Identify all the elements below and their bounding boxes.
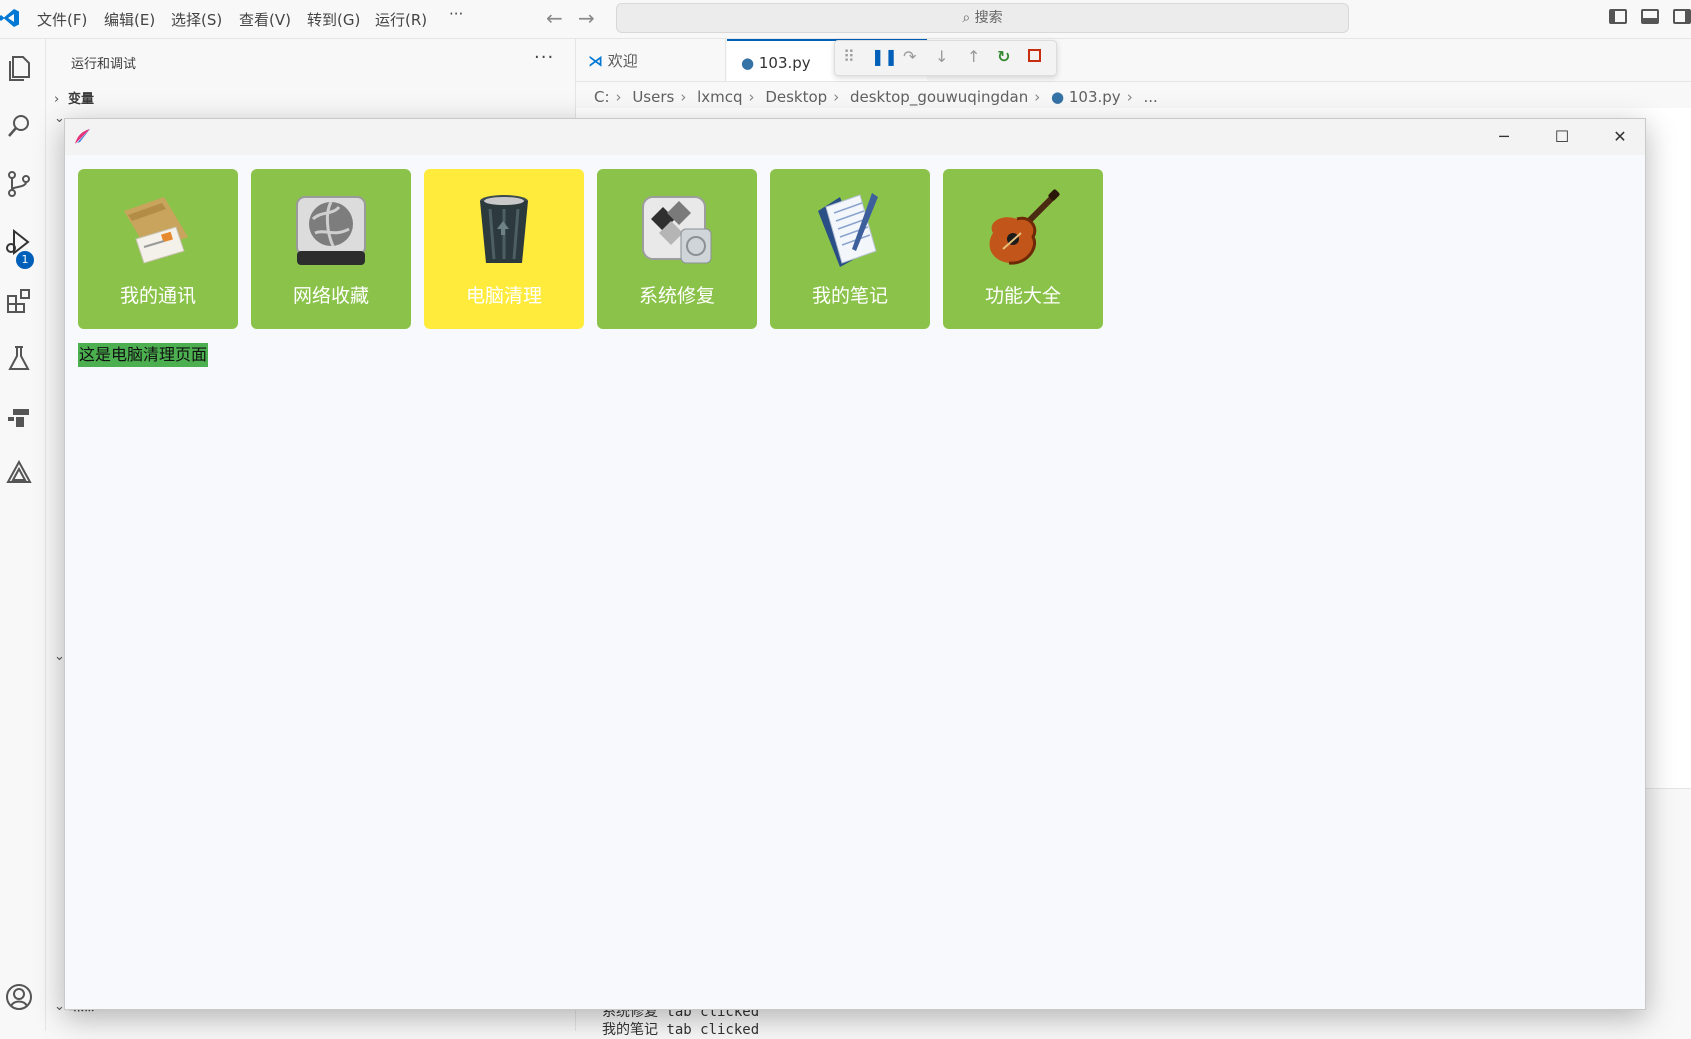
maximize-button[interactable]: ☐ — [1533, 119, 1591, 155]
network-drive-icon — [296, 196, 366, 265]
chevron-right-icon: › — [680, 88, 687, 106]
chevron-right-icon: › — [54, 92, 60, 107]
system-repair-icon — [642, 196, 712, 264]
python-file-icon: ● — [1051, 88, 1065, 106]
restart-icon[interactable]: ↻ — [997, 47, 1010, 66]
tile-network-favorites[interactable]: 网络收藏 — [251, 169, 411, 329]
toggle-sidebar-icon[interactable] — [1609, 9, 1627, 24]
vscode-logo-icon — [0, 9, 19, 27]
testing-icon[interactable] — [0, 335, 45, 383]
search-placeholder: 搜索 — [974, 10, 1003, 26]
tab-label: 欢迎 — [607, 52, 638, 70]
tk-feather-icon — [75, 129, 90, 144]
tile-label: 我的通讯 — [119, 285, 196, 307]
toggle-secondary-sidebar-icon[interactable] — [1673, 9, 1691, 24]
menu-goto[interactable]: 转到(G) — [307, 9, 360, 30]
vscode-logo-icon: ⋊ — [588, 52, 603, 70]
vscode-titlebar: 文件(F) 编辑(E) 选择(S) 查看(V) 转到(G) 运行(R) ··· … — [0, 0, 1691, 39]
minimize-button[interactable]: ─ — [1475, 119, 1533, 155]
step-over-icon[interactable]: ↷ — [903, 47, 916, 66]
trash-icon — [480, 195, 528, 263]
command-search-box[interactable]: ⌕ 搜索 — [616, 3, 1349, 33]
step-out-icon[interactable]: ↑ — [967, 47, 980, 66]
forward-arrow-icon[interactable]: → — [578, 6, 595, 30]
tab-label: 103.py — [758, 54, 811, 72]
tile-label: 我的笔记 — [811, 285, 888, 307]
guitar-icon — [989, 189, 1060, 265]
breadcrumb-item[interactable]: Desktop — [765, 88, 827, 106]
menu-more[interactable]: ··· — [449, 5, 463, 23]
breadcrumb-item[interactable]: 103.py — [1069, 88, 1121, 106]
chevron-right-icon: › — [833, 88, 840, 106]
breadcrumb-item[interactable]: ... — [1143, 88, 1157, 106]
back-arrow-icon[interactable]: ← — [546, 6, 563, 30]
app-titlebar[interactable]: ─ ☐ ✕ — [65, 119, 1645, 155]
breadcrumb: C: › Users › lxmcq › Desktop › desktop_gouwu… — [594, 88, 1158, 106]
app-window: ─ ☐ ✕ 我的通讯 网络收藏 电脑清理 系统修复 我的笔记 功能大全 这是电脑… — [64, 118, 1646, 1010]
chevron-right-icon: › — [615, 88, 622, 106]
editor-tabs: ⋊ 欢迎 ● 103.py — [576, 39, 1691, 82]
menu-view[interactable]: 查看(V) — [239, 9, 291, 30]
menu-run[interactable]: 运行(R) — [375, 9, 427, 30]
pause-icon[interactable]: ❚❚ — [871, 47, 898, 66]
tile-my-notes[interactable]: 我的笔记 — [770, 169, 930, 329]
variables-label: 变量 — [68, 92, 95, 107]
mail-icon — [124, 197, 188, 264]
tile-label: 功能大全 — [984, 285, 1061, 307]
stop-icon[interactable] — [1028, 49, 1041, 62]
search-icon: ⌕ — [962, 10, 971, 26]
activity-bar: 1 — [0, 39, 46, 1031]
menu-edit[interactable]: 编辑(E) — [104, 9, 155, 30]
run-debug-badge: 1 — [16, 251, 34, 269]
sidebar-more-button[interactable]: ··· — [534, 47, 554, 68]
chevron-right-icon: › — [1034, 88, 1041, 106]
breadcrumb-item[interactable]: desktop_gouwuqingdan — [850, 88, 1028, 106]
drag-handle-icon[interactable]: ⠿ — [843, 47, 855, 66]
tile-label: 网络收藏 — [292, 285, 369, 307]
breadcrumb-item[interactable]: C: — [594, 88, 610, 106]
toggle-panel-icon[interactable] — [1641, 9, 1659, 24]
tab-welcome[interactable]: ⋊ 欢迎 — [576, 39, 726, 81]
tile-contacts[interactable]: 我的通讯 — [78, 169, 238, 329]
tile-system-repair[interactable]: 系统修复 — [597, 169, 757, 329]
menu-file[interactable]: 文件(F) — [37, 9, 87, 30]
search-view-icon[interactable] — [0, 103, 45, 151]
extension-tools-icon[interactable] — [0, 451, 45, 499]
account-icon[interactable] — [0, 974, 45, 1022]
explorer-icon[interactable] — [0, 45, 45, 93]
menu-selection[interactable]: 选择(S) — [171, 9, 222, 30]
step-into-icon[interactable]: ↓ — [935, 47, 948, 66]
variables-section-header[interactable]: › 变量 — [54, 88, 94, 107]
tile-label: 电脑清理 — [465, 285, 542, 307]
chevron-right-icon: › — [1126, 88, 1133, 106]
breadcrumb-item[interactable]: Users — [632, 88, 674, 106]
page-status-label: 这是电脑清理页面 — [78, 343, 209, 367]
close-button[interactable]: ✕ — [1591, 119, 1649, 155]
python-file-icon: ● — [741, 54, 755, 72]
source-control-icon[interactable] — [0, 161, 45, 209]
debug-toolbar: ⠿ ❚❚ ↷ ↓ ↑ ↻ — [834, 40, 1057, 76]
terminal-line: 我的笔记 tab clicked — [602, 1022, 760, 1038]
tile-label: 系统修复 — [638, 285, 715, 307]
tile-all-features[interactable]: 功能大全 — [943, 169, 1103, 329]
remote-explorer-icon[interactable] — [0, 393, 45, 441]
tile-pc-cleanup[interactable]: 电脑清理 — [424, 169, 584, 329]
extensions-icon[interactable] — [0, 277, 45, 325]
chevron-right-icon: › — [748, 88, 755, 106]
breadcrumb-item[interactable]: lxmcq — [697, 88, 742, 106]
sidebar-title: 运行和调试 — [71, 57, 137, 72]
notebook-icon — [818, 193, 878, 267]
